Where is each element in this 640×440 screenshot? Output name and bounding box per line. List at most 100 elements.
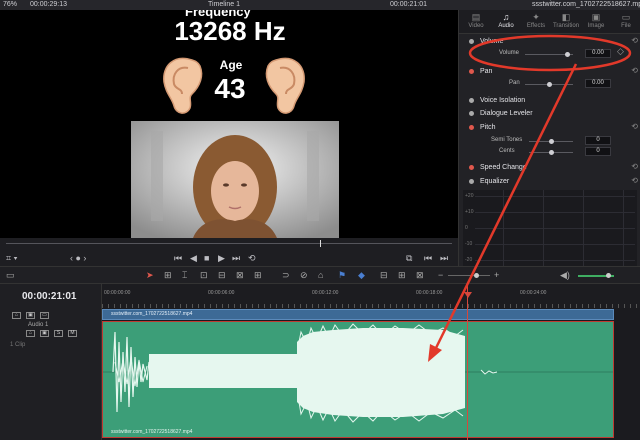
tab-image[interactable]: ▣ Image	[581, 12, 611, 29]
zoom-in-icon[interactable]: +	[494, 270, 499, 281]
file-icon: ▭	[621, 12, 631, 22]
eq-vgrid	[543, 190, 544, 266]
video-viewer[interactable]: Frequency 13268 Hz Age 43	[0, 10, 458, 238]
equalizer-dot[interactable]	[469, 179, 474, 184]
inspector-tabs: ▤ Video ♫ Audio ✦ Effects ◧ Transition ▣ Imag…	[459, 10, 640, 34]
speed-change-section[interactable]: Speed Change ⟲	[459, 162, 640, 174]
cents-label: Cents	[499, 148, 515, 154]
film-icon: ▤	[471, 12, 481, 22]
pan-field[interactable]: 0.00	[585, 79, 611, 88]
eq-gridline	[475, 212, 635, 213]
timeline-ruler[interactable]: 00:00:00:00 00:00:06:00 00:00:12:00 00:0…	[102, 284, 640, 308]
pan-section[interactable]: Pan ⟲	[459, 66, 640, 78]
pan-slider-knob[interactable]	[547, 82, 552, 87]
voice-isolation-section[interactable]: Voice Isolation	[459, 95, 640, 107]
volume-field[interactable]: 0.00	[585, 49, 611, 58]
timeline-timecode[interactable]: 00:00:21:01	[22, 291, 76, 302]
zoom-slider[interactable]	[448, 275, 490, 276]
semi-tones-field[interactable]: 0	[585, 136, 611, 145]
timeline-title[interactable]: Timeline 1	[208, 1, 240, 9]
cents-knob[interactable]	[549, 150, 554, 155]
overwrite-icon[interactable]: ⊟	[218, 270, 226, 281]
dialogue-leveler-dot[interactable]	[469, 111, 474, 116]
volume-label: Volume	[499, 50, 520, 56]
pan-enable-dot[interactable]	[469, 69, 474, 74]
timeline-playhead[interactable]	[467, 284, 468, 440]
cents-field[interactable]: 0	[585, 147, 611, 156]
selection-tool-icon[interactable]: ➤	[146, 270, 154, 281]
tab-file[interactable]: ▭ File	[611, 12, 640, 29]
blade-tool-icon[interactable]: ⌶	[182, 270, 187, 281]
zoom-full-icon[interactable]: ⊟	[380, 270, 388, 281]
eq-gridline	[475, 196, 635, 197]
zoom-detail-icon[interactable]: ⊞	[398, 270, 406, 281]
zoom-level[interactable]: 76%	[3, 1, 17, 9]
audio-waveform	[103, 323, 613, 423]
volume-enable-dot[interactable]	[469, 39, 474, 44]
semi-tones-knob[interactable]	[549, 139, 554, 144]
reset-icon[interactable]: ⟲	[631, 36, 638, 45]
voice-isolation-dot[interactable]	[469, 98, 474, 103]
prev-edit-icon[interactable]: ⏮	[424, 252, 432, 264]
volume-section[interactable]: Volume ⟲	[459, 36, 640, 48]
mute-button[interactable]: M	[68, 330, 77, 337]
video-track-header[interactable]: ⌂ ▣ ▭	[0, 310, 101, 322]
next-edit-icon[interactable]: ⏭	[440, 252, 448, 264]
scrub-track[interactable]	[6, 243, 452, 244]
match-frame-icon[interactable]: ⧉	[406, 252, 412, 264]
pitch-section[interactable]: Pitch ⟲	[459, 122, 640, 134]
pitch-enable-dot[interactable]	[469, 125, 474, 130]
lock-icon[interactable]: ⌂	[12, 312, 21, 319]
volume-slider-knob[interactable]	[565, 52, 570, 57]
audio-track-header[interactable]: ⌂ ▣ S M 1 Clip	[0, 328, 101, 348]
auto-select-icon[interactable]: ▣	[26, 312, 35, 319]
trim-tool-icon[interactable]: ⊞	[164, 270, 172, 281]
lock-icon[interactable]: ⌂	[26, 330, 35, 337]
tab-effects[interactable]: ✦ Effects	[521, 12, 551, 29]
link-icon[interactable]: ⊘	[300, 270, 308, 281]
snapping-icon[interactable]: ⊃	[282, 270, 290, 281]
play-reverse-icon[interactable]: ◀	[190, 252, 197, 264]
place-on-top-icon[interactable]: ⊞	[254, 270, 262, 281]
tab-audio[interactable]: ♫ Audio	[491, 12, 521, 29]
flag-icon[interactable]: ⚑	[338, 270, 346, 281]
viewer-scrubber[interactable]	[0, 238, 458, 250]
zoom-custom-icon[interactable]: ⊠	[416, 270, 424, 281]
loop-icon[interactable]: ⟲	[248, 252, 256, 264]
skip-end-icon[interactable]: ⏭	[232, 252, 240, 264]
reset-icon[interactable]: ⟲	[631, 176, 638, 185]
master-volume-knob[interactable]	[606, 273, 611, 278]
auto-select-icon[interactable]: ▣	[40, 330, 49, 337]
reset-icon[interactable]: ⟲	[631, 122, 638, 131]
position-lock-icon[interactable]: ⌂	[318, 270, 323, 281]
speaker-icon[interactable]: ◀)	[560, 270, 570, 281]
marker-icon[interactable]: ◆	[358, 270, 365, 281]
zoom-slider-knob[interactable]	[474, 273, 479, 278]
play-icon[interactable]: ▶	[218, 252, 225, 264]
tab-video[interactable]: ▤ Video	[461, 12, 491, 29]
skip-start-icon[interactable]: ⏮	[174, 252, 182, 264]
viewer-options-icon[interactable]: ⌗ ▾	[6, 252, 17, 264]
replace-icon[interactable]: ⊠	[236, 270, 244, 281]
equalizer-graph[interactable]: +20 +10 0 -10 -20	[463, 190, 637, 266]
disable-track-icon[interactable]: ▭	[40, 312, 49, 319]
dialogue-leveler-section[interactable]: Dialogue Leveler	[459, 108, 640, 120]
scrub-playhead[interactable]	[320, 240, 321, 247]
audio-clip[interactable]: ssstwitter.com_1702722518627.mp4	[102, 321, 614, 438]
video-clip[interactable]: ssstwitter.com_1702722518627.mp4	[102, 309, 614, 320]
tab-transition[interactable]: ◧ Transition	[551, 12, 581, 29]
reset-icon[interactable]: ⟲	[631, 162, 638, 171]
layout-icon[interactable]: ▭	[6, 270, 15, 281]
insert-icon[interactable]: ⊡	[200, 270, 208, 281]
source-timecode: 00:00:29:13	[30, 1, 67, 8]
speed-change-dot[interactable]	[469, 165, 474, 170]
jog-icon[interactable]: ‹ ● ›	[70, 252, 86, 264]
age-label: Age	[219, 58, 243, 72]
equalizer-section[interactable]: Equalizer ⟲	[459, 176, 640, 188]
playhead-handle[interactable]	[464, 292, 472, 298]
stop-icon[interactable]: ■	[204, 252, 209, 264]
solo-button[interactable]: S	[54, 330, 63, 337]
volume-keyframe-icon[interactable]: ◇	[617, 46, 624, 57]
reset-icon[interactable]: ⟲	[631, 66, 638, 75]
zoom-out-icon[interactable]: −	[438, 270, 443, 281]
